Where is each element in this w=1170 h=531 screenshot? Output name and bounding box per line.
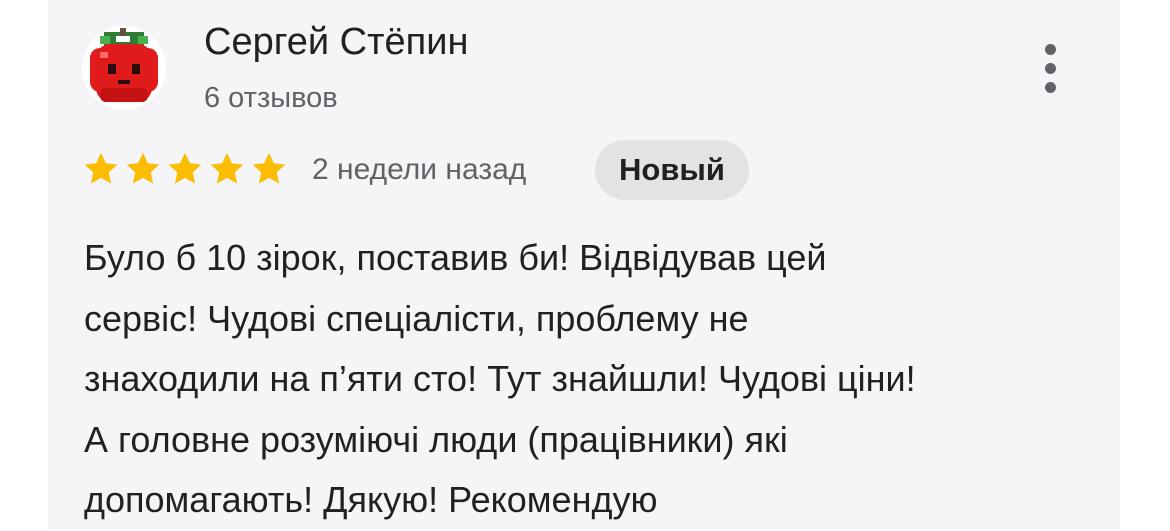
review-text-line: допомагають! Дякую! Рекомендую — [84, 479, 658, 520]
reviewer-review-count[interactable]: 6 отзывов — [204, 80, 338, 116]
review-date: 2 недели назад — [312, 153, 527, 186]
apple-avatar-icon — [82, 26, 166, 110]
more-vert-icon-dot — [1044, 62, 1056, 74]
review-text-line: Було б 10 зірок, поставив би! Відвідував… — [84, 237, 827, 278]
star-icon — [168, 152, 202, 184]
review-text-line: А головне розуміючі люди (працівники) як… — [84, 418, 788, 460]
reviewer-name[interactable]: Сергей Стёпин — [204, 20, 468, 64]
star-icon — [210, 152, 244, 184]
review-text-line: сервіс! Чудові спеціалісти, проблему не — [84, 297, 749, 339]
review-text-line: знаходили на п’яти сто! Тут знайшли! Чуд… — [84, 358, 916, 399]
star-icon — [252, 152, 286, 184]
more-vert-icon — [1044, 43, 1056, 55]
review-card: Сергей Стёпин 6 отзывов 2 недели назад Н… — [48, 0, 1120, 529]
new-badge: Новый — [595, 140, 749, 200]
star-icon — [126, 152, 160, 184]
star-rating — [82, 150, 288, 190]
review-text: Було б 10 зірок, поставив би! Відвідував… — [84, 228, 1094, 531]
more-options-button[interactable] — [1030, 38, 1070, 98]
more-vert-icon-dot — [1044, 81, 1056, 93]
avatar[interactable] — [82, 26, 166, 110]
star-icon — [84, 152, 118, 184]
